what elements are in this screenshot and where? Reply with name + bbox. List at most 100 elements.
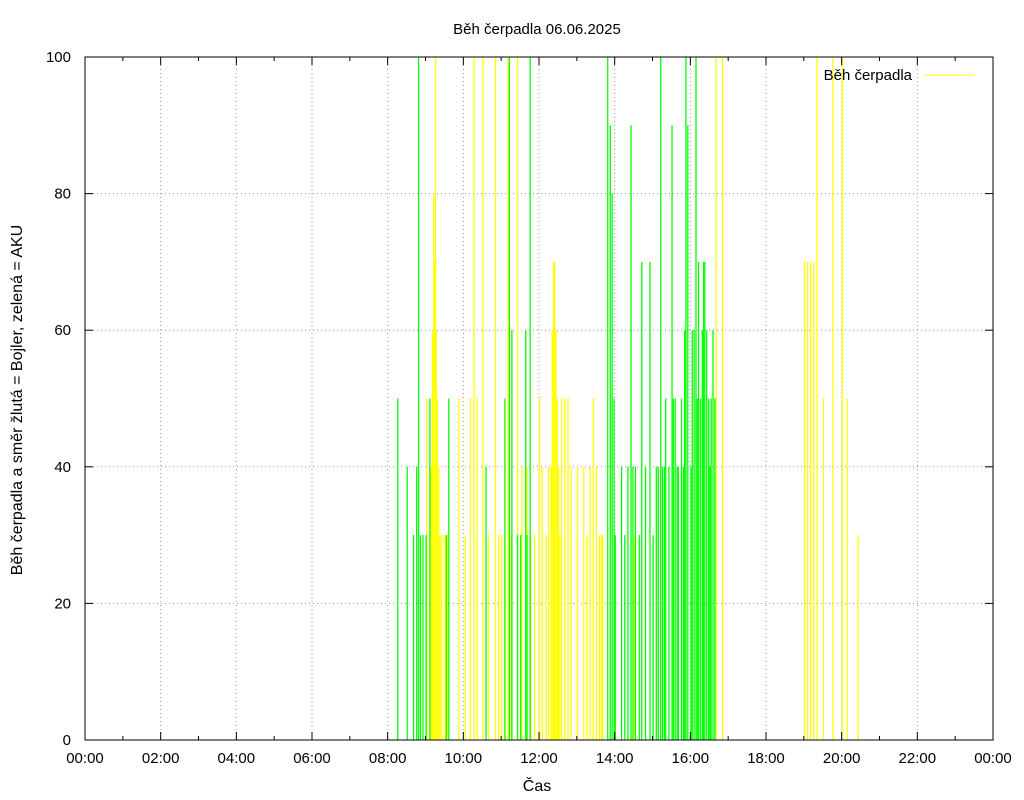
bar-aku — [676, 466, 678, 740]
bar-aku — [660, 57, 662, 740]
bar-aku — [526, 535, 528, 740]
bar-aku — [406, 466, 408, 740]
bar-bojler — [810, 261, 812, 740]
bar-aku — [709, 466, 711, 740]
bar-bojler — [533, 535, 536, 740]
bar-aku — [525, 330, 527, 740]
bar-aku — [649, 261, 651, 740]
bar-aku — [611, 193, 613, 741]
x-axis-label: Čas — [523, 776, 551, 795]
bar-bojler — [435, 330, 437, 740]
bar-bojler — [501, 535, 503, 740]
bar-bojler — [554, 261, 556, 740]
bar-bojler — [539, 398, 541, 740]
bar-aku — [644, 466, 647, 740]
bar-aku — [516, 535, 519, 740]
bar-aku — [672, 398, 674, 740]
bar-aku — [529, 57, 531, 740]
bar-aku — [682, 466, 685, 740]
x-tick-label: 08:00 — [369, 750, 407, 767]
bar-aku — [632, 466, 634, 740]
bar-aku — [696, 398, 698, 740]
bar-aku — [613, 398, 615, 740]
pump-run-chart: Běh čerpadla 06.06.2025 00:00 02:00 04:00 0… — [0, 0, 1024, 800]
bar-aku — [397, 398, 399, 740]
bar-bojler — [715, 57, 717, 740]
bar-bojler — [576, 466, 579, 740]
bar-bojler — [592, 398, 594, 740]
bar-aku — [663, 466, 666, 740]
bar-bojler — [589, 466, 591, 740]
bar-bojler — [721, 57, 724, 740]
bar-bojler — [507, 57, 509, 740]
bar-bojler — [857, 535, 859, 740]
bar-aku — [425, 535, 427, 740]
bar-aku — [655, 466, 657, 740]
x-tick-label: 10:00 — [445, 750, 483, 767]
bar-aku — [429, 398, 431, 740]
bar-aku — [685, 57, 687, 740]
bar-aku — [620, 466, 623, 740]
bar-bojler — [551, 330, 553, 740]
bar-bojler — [602, 535, 604, 740]
x-tick-label: 20:00 — [823, 750, 861, 767]
bar-bojler — [487, 535, 490, 740]
bar-bojler — [832, 57, 834, 740]
bar-aku — [422, 535, 424, 740]
bar-aku — [641, 261, 643, 740]
bar-aku — [665, 398, 667, 740]
bar-aku — [684, 330, 686, 740]
bar-bojler — [541, 466, 543, 740]
bar-bojler — [473, 57, 475, 740]
bar-bojler — [441, 535, 443, 740]
bar-bojler — [438, 466, 440, 740]
bar-aku — [609, 125, 611, 741]
bar-aku — [630, 125, 632, 741]
bar-bojler — [446, 535, 449, 740]
bar-bojler — [841, 57, 843, 740]
bar-bojler — [633, 535, 635, 740]
bar-bojler — [570, 466, 572, 740]
bar-bojler — [550, 466, 552, 740]
bar-aku — [638, 535, 640, 740]
bar-aku — [485, 466, 487, 740]
bar-bojler — [552, 261, 555, 740]
legend-label: Běh čerpadla — [824, 67, 913, 84]
bar-aku — [710, 398, 712, 740]
bar-aku — [687, 125, 689, 741]
y-axis-label: Běh čerpadla a směr žlutá = Bojler, zele… — [9, 225, 26, 575]
bar-bojler — [598, 535, 601, 740]
bar-bojler — [430, 466, 432, 740]
bar-aku — [614, 535, 616, 740]
bar-aku — [671, 125, 673, 741]
bar-aku — [668, 466, 670, 740]
bar-bojler — [498, 535, 500, 740]
bar-aku — [712, 330, 714, 740]
x-tick-label: 00:00 — [974, 750, 1012, 767]
bar-bojler — [482, 57, 484, 740]
bar-bojler — [439, 535, 441, 740]
bar-bojler — [846, 398, 848, 740]
bar-aku — [511, 330, 513, 740]
bar-bojler — [557, 466, 560, 740]
bar-aku — [417, 57, 420, 740]
bar-aku — [704, 261, 706, 740]
bar-bojler — [595, 466, 598, 740]
x-tick-label: 00:00 — [66, 750, 104, 767]
bar-aku — [699, 398, 702, 740]
bar-aku — [680, 398, 683, 740]
bar-bojler — [521, 466, 523, 740]
bar-aku — [661, 466, 664, 740]
bar-bojler — [476, 398, 478, 740]
bar-bojler — [806, 261, 809, 740]
bar-bojler — [545, 535, 547, 740]
y-tick-label: 100 — [46, 49, 71, 66]
y-tick-label: 40 — [54, 459, 71, 476]
bar-bojler — [464, 535, 466, 740]
bar-aku — [691, 330, 693, 740]
bar-bojler — [436, 398, 439, 740]
x-tick-label: 04:00 — [218, 750, 256, 767]
bar-bojler — [433, 193, 435, 741]
bar-bojler — [822, 398, 825, 740]
bar-bojler — [561, 398, 563, 740]
